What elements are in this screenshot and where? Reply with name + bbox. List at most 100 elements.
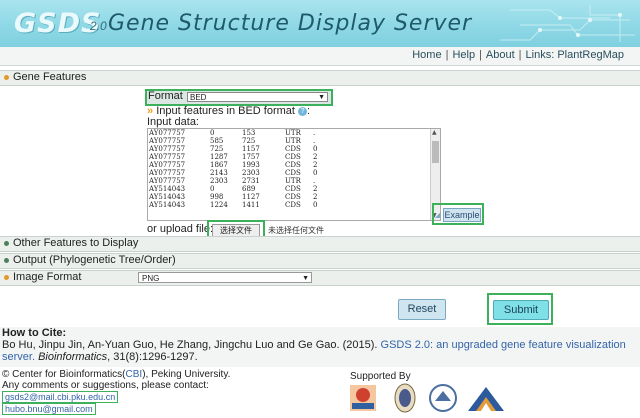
sponsor-pku-logo-icon	[468, 387, 504, 411]
bed-cell: CDS	[285, 185, 301, 193]
bed-cell: AY514043	[149, 185, 186, 193]
email-link-1[interactable]: gsds2@mail.cbi.pku.edu.cn	[2, 391, 119, 403]
bed-row: AY077757 725 1157 CDS 0	[148, 145, 440, 153]
bed-cell: UTR	[285, 137, 301, 145]
bed-cell: 1157	[242, 145, 260, 153]
top-nav: Home | Help | About | Links: PlantRegMap	[0, 47, 640, 66]
bed-cell: AY077757	[149, 137, 186, 145]
bed-cell: 0	[313, 145, 318, 153]
resize-grip-icon: ◢	[435, 212, 441, 219]
logo-version: 2.0	[90, 19, 107, 33]
bed-cell: 0	[210, 129, 215, 137]
site-header: GSDS 2.0 Gene Structure Display Server	[0, 0, 640, 47]
nav-links: Home | Help | About | Links: PlantRegMap	[412, 49, 624, 61]
bed-cell: 2	[313, 185, 318, 193]
scroll-up-icon[interactable]: ▲	[432, 129, 437, 137]
bed-cell: 2303	[210, 177, 228, 185]
bed-cell: 2731	[242, 177, 260, 185]
sponsor-seal-logo-icon	[394, 383, 416, 413]
section-label: Gene Features	[13, 71, 87, 83]
gsds-logo[interactable]: GSDS	[14, 8, 101, 39]
nav-help-link[interactable]: Help	[452, 49, 475, 61]
format-select[interactable]: BED ▼	[187, 92, 328, 102]
cbi-link[interactable]: CBI	[126, 369, 143, 380]
citation-paper-link-cont[interactable]: server.	[2, 351, 35, 363]
bed-cell: 2	[313, 193, 318, 201]
submit-button[interactable]: Submit	[493, 300, 549, 320]
bed-cell: 1287	[210, 153, 228, 161]
section-other-features[interactable]: Other Features to Display	[0, 236, 640, 252]
copyright-suffix: ), Peking University.	[142, 369, 231, 380]
bed-cell: AY077757	[149, 129, 186, 137]
bed-cell: CDS	[285, 161, 301, 169]
citation-journal: Bioinformatics	[38, 351, 108, 363]
citation-volume: , 31(8):1296-1297.	[107, 351, 198, 363]
bullet-icon	[4, 275, 9, 280]
bed-row: AY514043 0 689 CDS 2	[148, 185, 440, 193]
reset-button[interactable]: Reset	[398, 299, 446, 320]
bed-cell: UTR	[285, 129, 301, 137]
bed-cell: 2	[313, 153, 318, 161]
circuit-decoration-icon	[500, 5, 635, 42]
image-format-select[interactable]: PNG ▼	[138, 272, 312, 283]
input-data-textarea[interactable]: AY077757 0 153 UTR. AY077757 585 725 UTR. AY0777…	[147, 128, 441, 221]
bed-cell: 1867	[210, 161, 228, 169]
bullet-icon	[4, 258, 9, 263]
scroll-thumb[interactable]	[432, 141, 439, 163]
bed-cell: 725	[242, 137, 256, 145]
bed-cell: CDS	[285, 169, 301, 177]
bed-cell: AY514043	[149, 193, 186, 201]
bed-cell: 998	[210, 193, 224, 201]
bed-cell: CDS	[285, 145, 301, 153]
section-gene-features[interactable]: Gene Features	[0, 70, 640, 86]
bed-cell: 725	[210, 145, 224, 153]
section-label: Other Features to Display	[13, 237, 139, 249]
bed-cell: CDS	[285, 153, 301, 161]
email-link-2[interactable]: hubo.bnu@gmail.com	[2, 403, 96, 415]
help-icon[interactable]: ?	[298, 106, 308, 116]
copyright-prefix: © Center for Bioinformatics(	[2, 369, 126, 380]
nav-home-link[interactable]: Home	[412, 49, 441, 61]
bed-cell: 0	[210, 185, 215, 193]
example-highlight: ◢ Example	[432, 203, 484, 225]
input-rows: AY077757 0 153 UTR. AY077757 585 725 UTR. AY0777…	[148, 129, 440, 209]
bed-cell: 0	[313, 169, 318, 177]
bed-cell: AY077757	[149, 153, 186, 161]
contact-text: Any comments or suggestions, please cont…	[2, 380, 209, 391]
footer: © Center for Bioinformatics(CBI), Peking…	[0, 367, 640, 418]
input-data-label: Input data:	[147, 116, 199, 128]
bed-row: AY077757 0 153 UTR.	[148, 129, 440, 137]
bed-row: AY514043 998 1127 CDS 2	[148, 193, 440, 201]
bed-cell: 2303	[242, 169, 260, 177]
bed-cell: .	[313, 137, 316, 145]
citation-paper-link[interactable]: GSDS 2.0: an upgraded gene feature visua…	[381, 339, 626, 351]
bed-row: AY077757 585 725 UTR.	[148, 137, 440, 145]
nav-plantregmap-link[interactable]: PlantRegMap	[557, 49, 624, 61]
format-row: Format BED ▼	[145, 89, 333, 106]
bed-cell: UTR	[285, 177, 301, 185]
bed-cell: AY077757	[149, 177, 186, 185]
sponsor-973-logo-icon	[350, 385, 376, 411]
section-label: Output (Phylogenetic Tree/Order)	[13, 254, 176, 266]
example-button[interactable]: Example	[443, 208, 481, 222]
bed-cell: 1411	[242, 201, 260, 209]
page-title: Gene Structure Display Server	[108, 11, 473, 36]
bed-cell: .	[313, 129, 316, 137]
bed-cell: 2143	[210, 169, 228, 177]
citation-line-2: server. Bioinformatics, 31(8):1296-1297.	[2, 351, 198, 363]
section-output[interactable]: Output (Phylogenetic Tree/Order)	[0, 253, 640, 269]
section-label: Image Format	[13, 271, 82, 283]
section-image-format[interactable]: Image Format	[0, 270, 640, 286]
file-status: 未选择任何文件	[268, 226, 324, 235]
action-area: Reset Submit	[0, 287, 640, 327]
image-format-value: PNG	[142, 274, 160, 283]
bullet-icon	[4, 75, 9, 80]
bed-row: AY077757 2303 2731 UTR.	[148, 177, 440, 185]
nav-about-link[interactable]: About	[486, 49, 515, 61]
submit-highlight: Submit	[487, 293, 553, 325]
format-label: Format	[148, 90, 183, 102]
bed-row: AY514043 1224 1411 CDS 0	[148, 201, 440, 209]
chevron-down-icon: ▼	[318, 94, 325, 101]
nav-links-label: Links:	[525, 49, 555, 61]
bed-cell: .	[313, 177, 316, 185]
